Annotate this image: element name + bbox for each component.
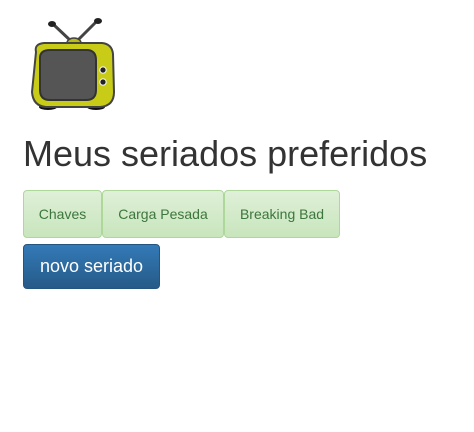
series-button-breaking-bad[interactable]: Breaking Bad: [224, 190, 340, 238]
new-series-button[interactable]: novo seriado: [23, 244, 160, 289]
series-button-chaves[interactable]: Chaves: [23, 190, 102, 238]
page: Meus seriados preferidos Chaves Carga Pe…: [0, 0, 474, 432]
page-title: Meus seriados preferidos: [23, 133, 428, 174]
series-button-carga-pesada[interactable]: Carga Pesada: [102, 190, 224, 238]
series-list: Chaves Carga Pesada Breaking Bad: [23, 190, 340, 238]
tv-icon: [30, 18, 116, 112]
